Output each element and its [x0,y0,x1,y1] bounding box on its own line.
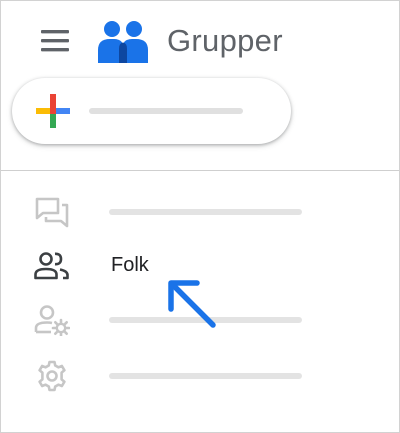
create-group-button[interactable] [12,78,291,144]
nav-item-label: Folk [111,254,149,276]
nav-label-placeholder [109,209,302,215]
nav-label-placeholder [109,373,302,379]
nav-item-settings[interactable] [1,351,399,401]
app-frame: Grupper Folk [0,0,400,433]
people-icon [34,252,69,280]
settings-gear-icon [38,360,66,392]
create-label-placeholder [89,108,243,114]
app-header: Grupper [1,1,399,85]
manage-members-icon [34,305,70,336]
nav-item-conversations[interactable] [1,187,399,237]
groups-logo-icon [97,19,149,65]
section-divider [1,170,399,171]
app-title: Grupper [167,23,283,58]
conversations-icon [35,197,69,228]
colored-plus-icon [36,94,70,128]
main-menu-button[interactable] [39,28,73,54]
hamburger-menu-icon [41,30,69,52]
pointer-arrow-icon [168,280,216,328]
